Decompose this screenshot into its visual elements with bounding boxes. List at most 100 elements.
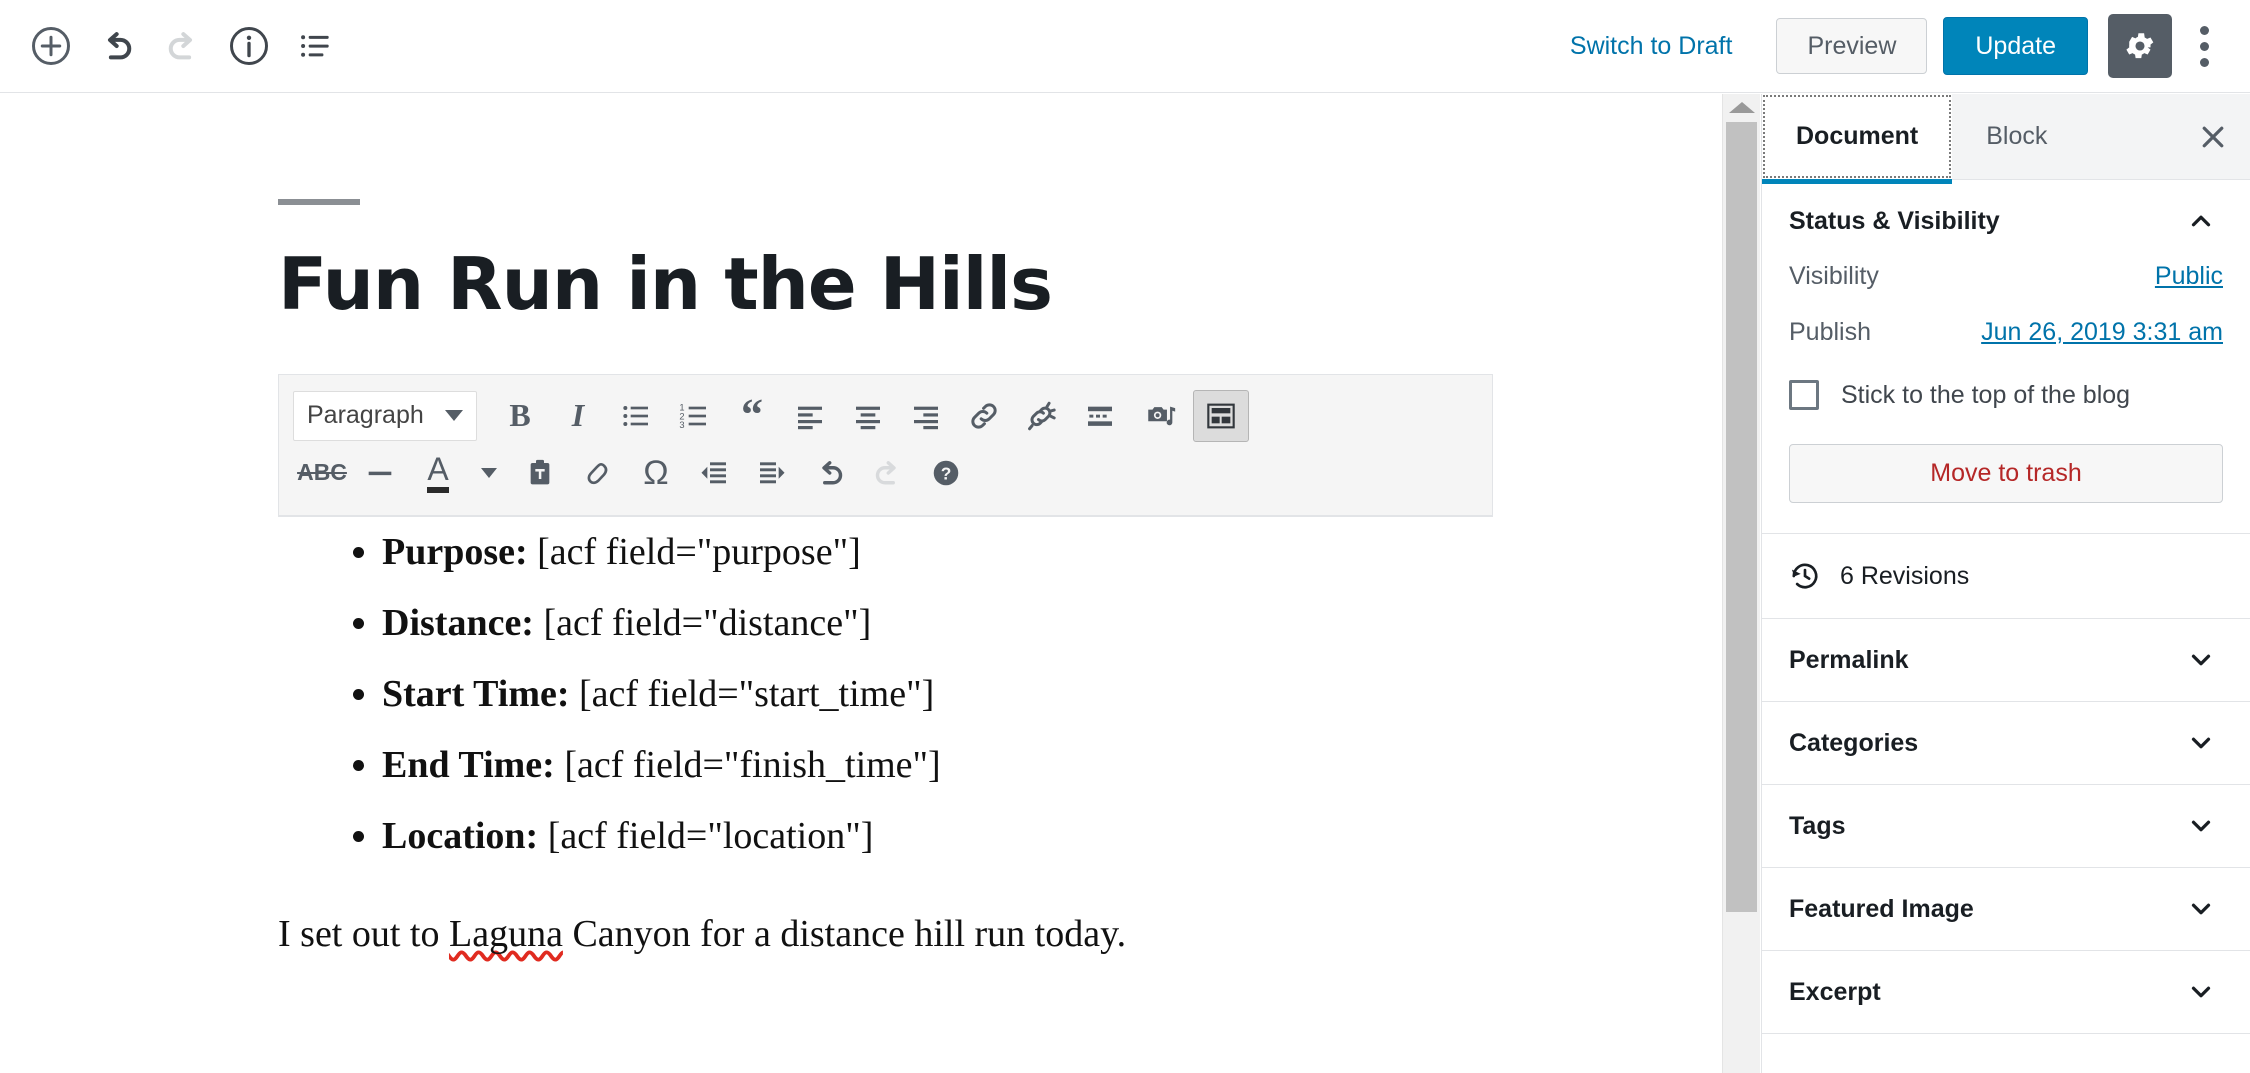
panel-title: Permalink (1789, 646, 1909, 675)
quote-icon: “ (741, 402, 763, 428)
panel-featured-image: Featured Image (1762, 868, 2250, 951)
add-media-button[interactable] (1129, 390, 1193, 442)
block-navigation-button[interactable] (282, 13, 348, 79)
read-more-button[interactable] (1071, 390, 1129, 442)
remove-link-button[interactable] (1013, 390, 1071, 442)
chevron-down-icon (445, 410, 463, 421)
list-item[interactable]: Start Time: [acf field="start_time"] (382, 675, 1722, 713)
undo-button[interactable] (801, 447, 859, 499)
text-color-icon: A (427, 453, 448, 493)
add-block-button[interactable] (18, 13, 84, 79)
editor-canvas: Fun Run in the Hills Paragraph B I (0, 93, 1722, 1073)
panel-featured-image-header[interactable]: Featured Image (1762, 868, 2250, 950)
panel-excerpt-header[interactable]: Excerpt (1762, 951, 2250, 1033)
tab-block[interactable]: Block (1952, 94, 2081, 179)
outdent-button[interactable] (685, 447, 743, 499)
insert-link-button[interactable] (955, 390, 1013, 442)
redo-button[interactable] (150, 13, 216, 79)
list-item-value: [acf field="finish_time"] (555, 744, 941, 786)
revisions-clock-icon (1789, 560, 1821, 592)
revisions-row[interactable]: 6 Revisions (1762, 534, 2250, 619)
redo-button[interactable] (859, 447, 917, 499)
move-to-trash-button[interactable]: Move to trash (1789, 444, 2223, 503)
list-item[interactable]: End Time: [acf field="finish_time"] (382, 746, 1722, 784)
panel-status-visibility-header[interactable]: Status & Visibility (1762, 180, 2250, 262)
list-ol-icon: 1 2 3 (678, 400, 710, 432)
special-character-button[interactable]: Ω (627, 447, 685, 499)
numbered-list-button[interactable]: 1 2 3 (665, 390, 723, 442)
svg-text:3: 3 (679, 420, 684, 430)
block-format-select[interactable]: Paragraph (293, 391, 477, 441)
tab-document[interactable]: Document (1762, 94, 1952, 179)
content-structure-button[interactable] (216, 13, 282, 79)
media-icon (1144, 399, 1178, 433)
sidebar-tabs: Document Block (1762, 94, 2250, 180)
scrollbar-thumb[interactable] (1726, 122, 1757, 912)
chevron-down-icon (2186, 728, 2216, 758)
bulleted-list-button[interactable] (607, 390, 665, 442)
list-item[interactable]: Purpose: [acf field="purpose"] (382, 533, 1722, 571)
sticky-post-row[interactable]: Stick to the top of the blog (1789, 380, 2223, 410)
align-right-button[interactable] (897, 390, 955, 442)
paragraph-text-before: I set out to (278, 913, 449, 955)
panel-status-visibility: Status & Visibility Visibility Public Pu… (1762, 180, 2250, 534)
page-title[interactable]: Fun Run in the Hills (278, 247, 1722, 323)
post-paragraph[interactable]: I set out to Laguna Canyon for a distanc… (278, 912, 1722, 958)
visibility-value-link[interactable]: Public (2155, 262, 2223, 291)
indent-button[interactable] (743, 447, 801, 499)
list-item[interactable]: Location: [acf field="location"] (382, 817, 1722, 855)
bold-button[interactable]: B (491, 390, 549, 442)
align-center-button[interactable] (839, 390, 897, 442)
text-color-button[interactable]: A (409, 447, 467, 499)
paste-as-text-button[interactable] (511, 447, 569, 499)
kebab-menu-icon (2200, 42, 2209, 51)
post-content[interactable]: Purpose: [acf field="purpose"] Distance:… (278, 533, 1722, 958)
panel-permalink-header[interactable]: Permalink (1762, 619, 2250, 701)
panel-title: Categories (1789, 729, 1918, 758)
undo-button[interactable] (84, 13, 150, 79)
link-icon (967, 399, 1001, 433)
panel-categories-header[interactable]: Categories (1762, 702, 2250, 784)
switch-to-draft-link[interactable]: Switch to Draft (1554, 22, 1749, 71)
strikethrough-button[interactable]: ABC (293, 447, 351, 499)
panel-tags-header[interactable]: Tags (1762, 785, 2250, 867)
panel-excerpt: Excerpt (1762, 951, 2250, 1034)
toggle-toolbar-button[interactable] (1193, 390, 1249, 442)
update-button[interactable]: Update (1943, 17, 2088, 75)
panel-tags: Tags (1762, 785, 2250, 868)
publish-date-link[interactable]: Jun 26, 2019 3:31 am (1981, 318, 2223, 347)
visibility-label: Visibility (1789, 262, 1879, 291)
kebab-menu-icon (2200, 58, 2209, 67)
list-item[interactable]: Distance: [acf field="distance"] (382, 604, 1722, 642)
toolbar-row-secondary: ABC A (293, 445, 1478, 501)
title-separator-rule (278, 199, 360, 205)
revisions-label: 6 Revisions (1840, 562, 1969, 591)
editor-scrollbar[interactable] (1722, 94, 1760, 1073)
blockquote-button[interactable]: “ (723, 390, 781, 442)
align-left-button[interactable] (781, 390, 839, 442)
text-color-dropdown[interactable] (467, 447, 511, 499)
close-icon (2198, 122, 2228, 152)
preview-button[interactable]: Preview (1776, 18, 1927, 74)
clear-formatting-button[interactable] (569, 447, 627, 499)
settings-sidebar: Document Block Status & Visibility Visib… (1761, 94, 2250, 1073)
italic-icon: I (572, 397, 584, 434)
redo-icon (162, 25, 204, 67)
publish-label: Publish (1789, 318, 1871, 347)
editor-header: Switch to Draft Preview Update (0, 0, 2250, 93)
panel-title: Status & Visibility (1789, 207, 2000, 236)
italic-button[interactable]: I (549, 390, 607, 442)
close-sidebar-button[interactable] (2176, 94, 2250, 179)
sticky-post-checkbox[interactable] (1789, 380, 1819, 410)
horizontal-rule-button[interactable] (351, 447, 409, 499)
more-options-button[interactable] (2178, 14, 2230, 78)
block-navigation-icon (294, 25, 336, 67)
misspelled-word[interactable]: Laguna (449, 913, 563, 955)
keyboard-help-button[interactable]: ? (917, 447, 975, 499)
omega-icon: Ω (643, 456, 668, 490)
scroll-up-arrow-icon[interactable] (1729, 102, 1755, 113)
undo-icon (96, 25, 138, 67)
align-center-icon (852, 400, 884, 432)
settings-button[interactable] (2108, 14, 2172, 78)
chevron-down-icon (2186, 811, 2216, 841)
